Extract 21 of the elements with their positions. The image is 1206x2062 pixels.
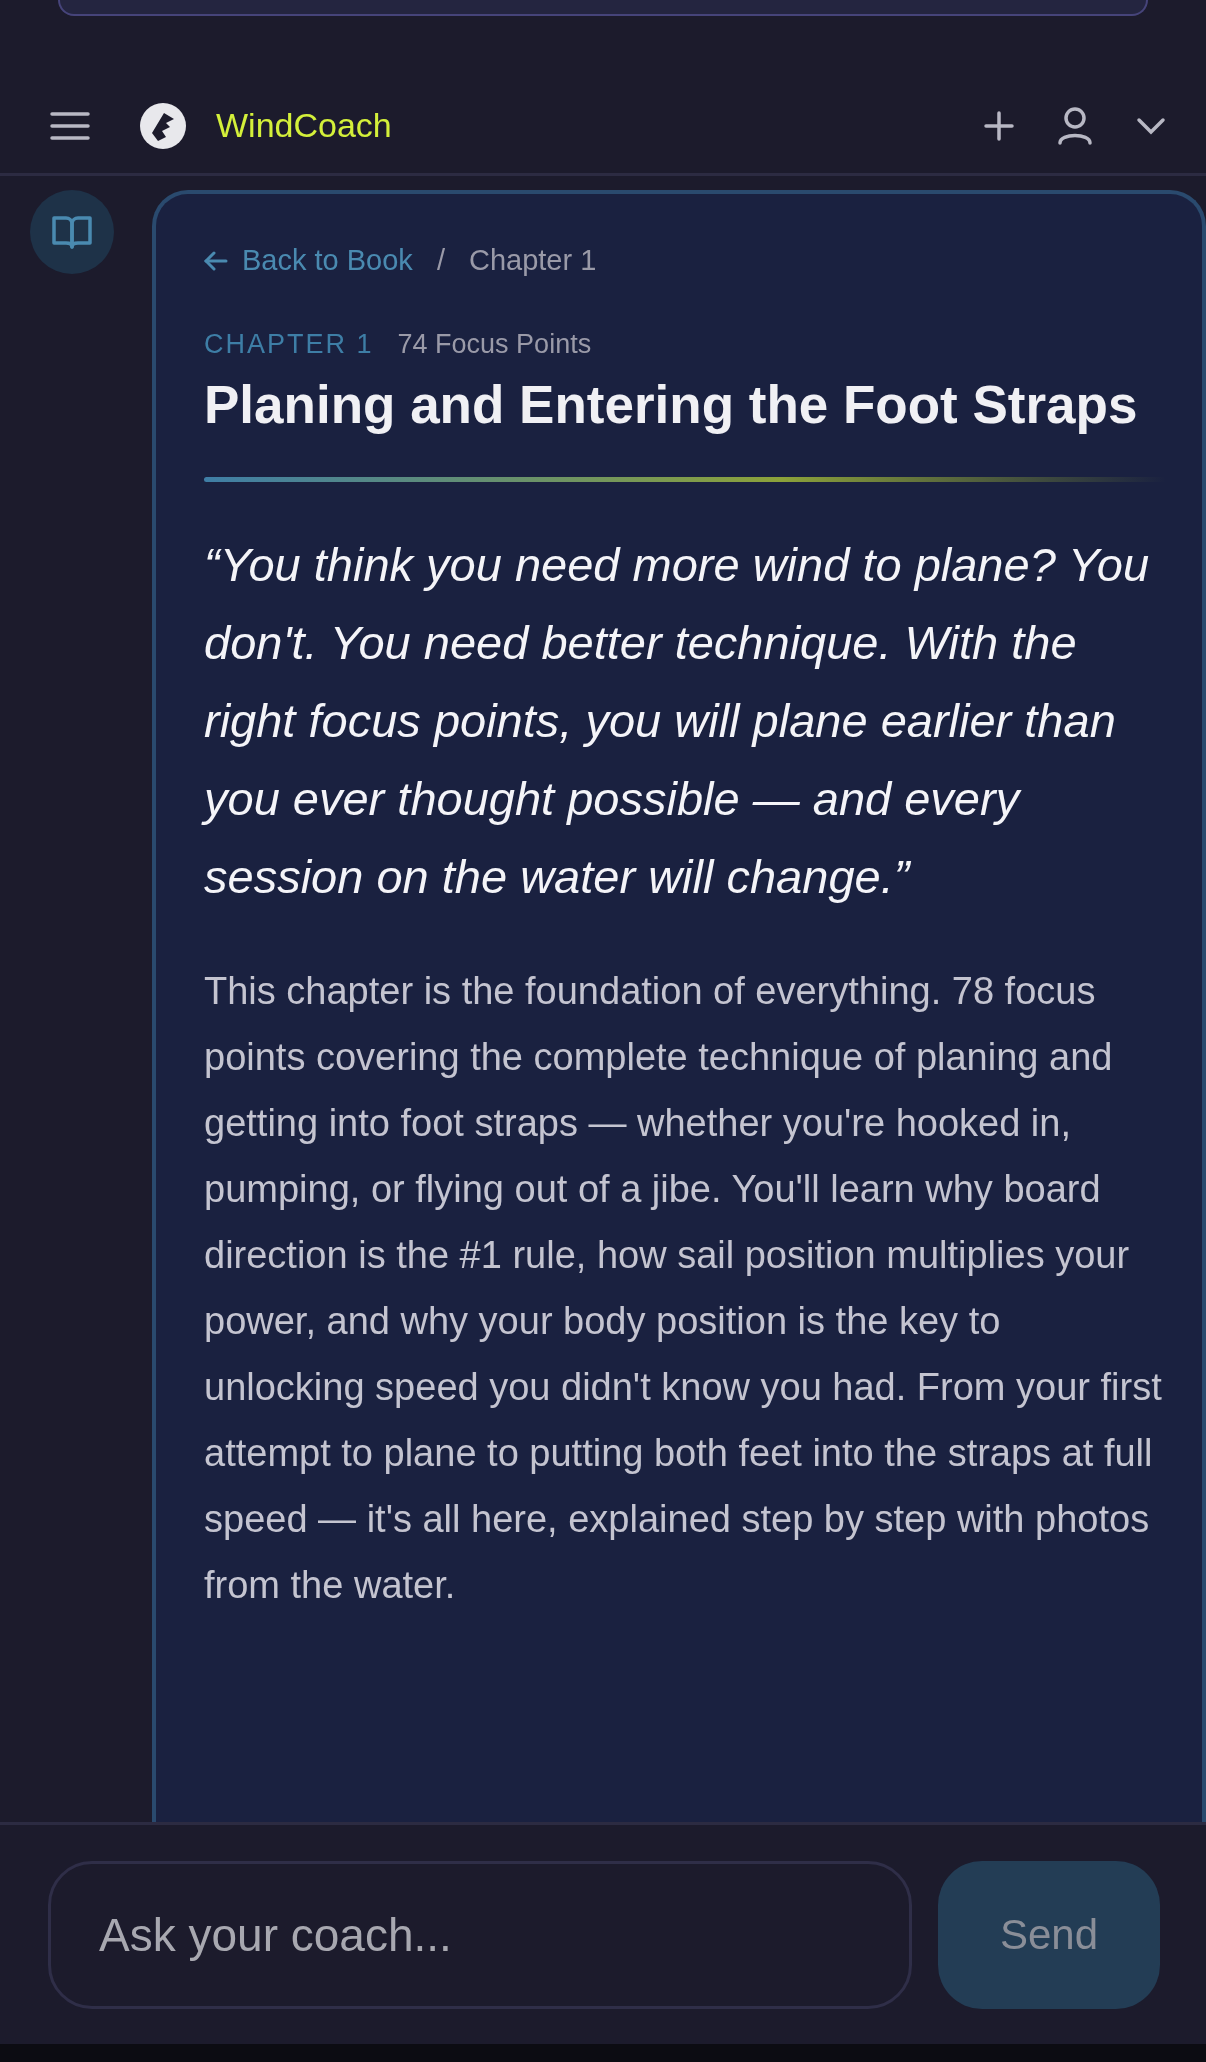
book-icon [52, 214, 92, 250]
breadcrumb-current: Chapter 1 [468, 244, 597, 277]
add-button[interactable] [984, 110, 1014, 141]
chapter-label: CHAPTER 1 [204, 329, 374, 360]
user-icon [1058, 106, 1092, 145]
chevron-down-icon [1136, 116, 1166, 135]
menu-button[interactable] [50, 110, 90, 141]
chapter-description: This chapter is the foundation of everything. 78 focus points covering the complete technique of planing and getting into foot straps — whether you're hooked in, pumping, or flying out of a jibe. You'll learn why board direction is the #1 rule, how sail position multiplies your power, and why your body position is the key to unlocking speed you didn't know you had. From your first attempt to plane to putting both feet into the straps at full speed — it's all here, explained step by step with photos from the water. [204, 969, 1163, 1608]
back-link[interactable]: Back to Book [204, 244, 413, 277]
focus-points-count: 74 Focus Points [397, 329, 592, 360]
chat-input[interactable]: Ask your coach... [48, 1860, 912, 2009]
breadcrumb-separator: / [436, 244, 445, 277]
chapter-title: Planing and Entering the Foot Straps [204, 374, 1139, 435]
arrow-left-icon [204, 250, 228, 271]
plus-icon [984, 110, 1014, 141]
account-button[interactable] [1058, 106, 1092, 145]
menu-icon [50, 110, 90, 141]
app-name: WindCoach [216, 106, 392, 145]
dropdown-button[interactable] [1136, 116, 1166, 135]
send-button[interactable]: Send [938, 1860, 1160, 2009]
logo-icon [140, 102, 186, 149]
